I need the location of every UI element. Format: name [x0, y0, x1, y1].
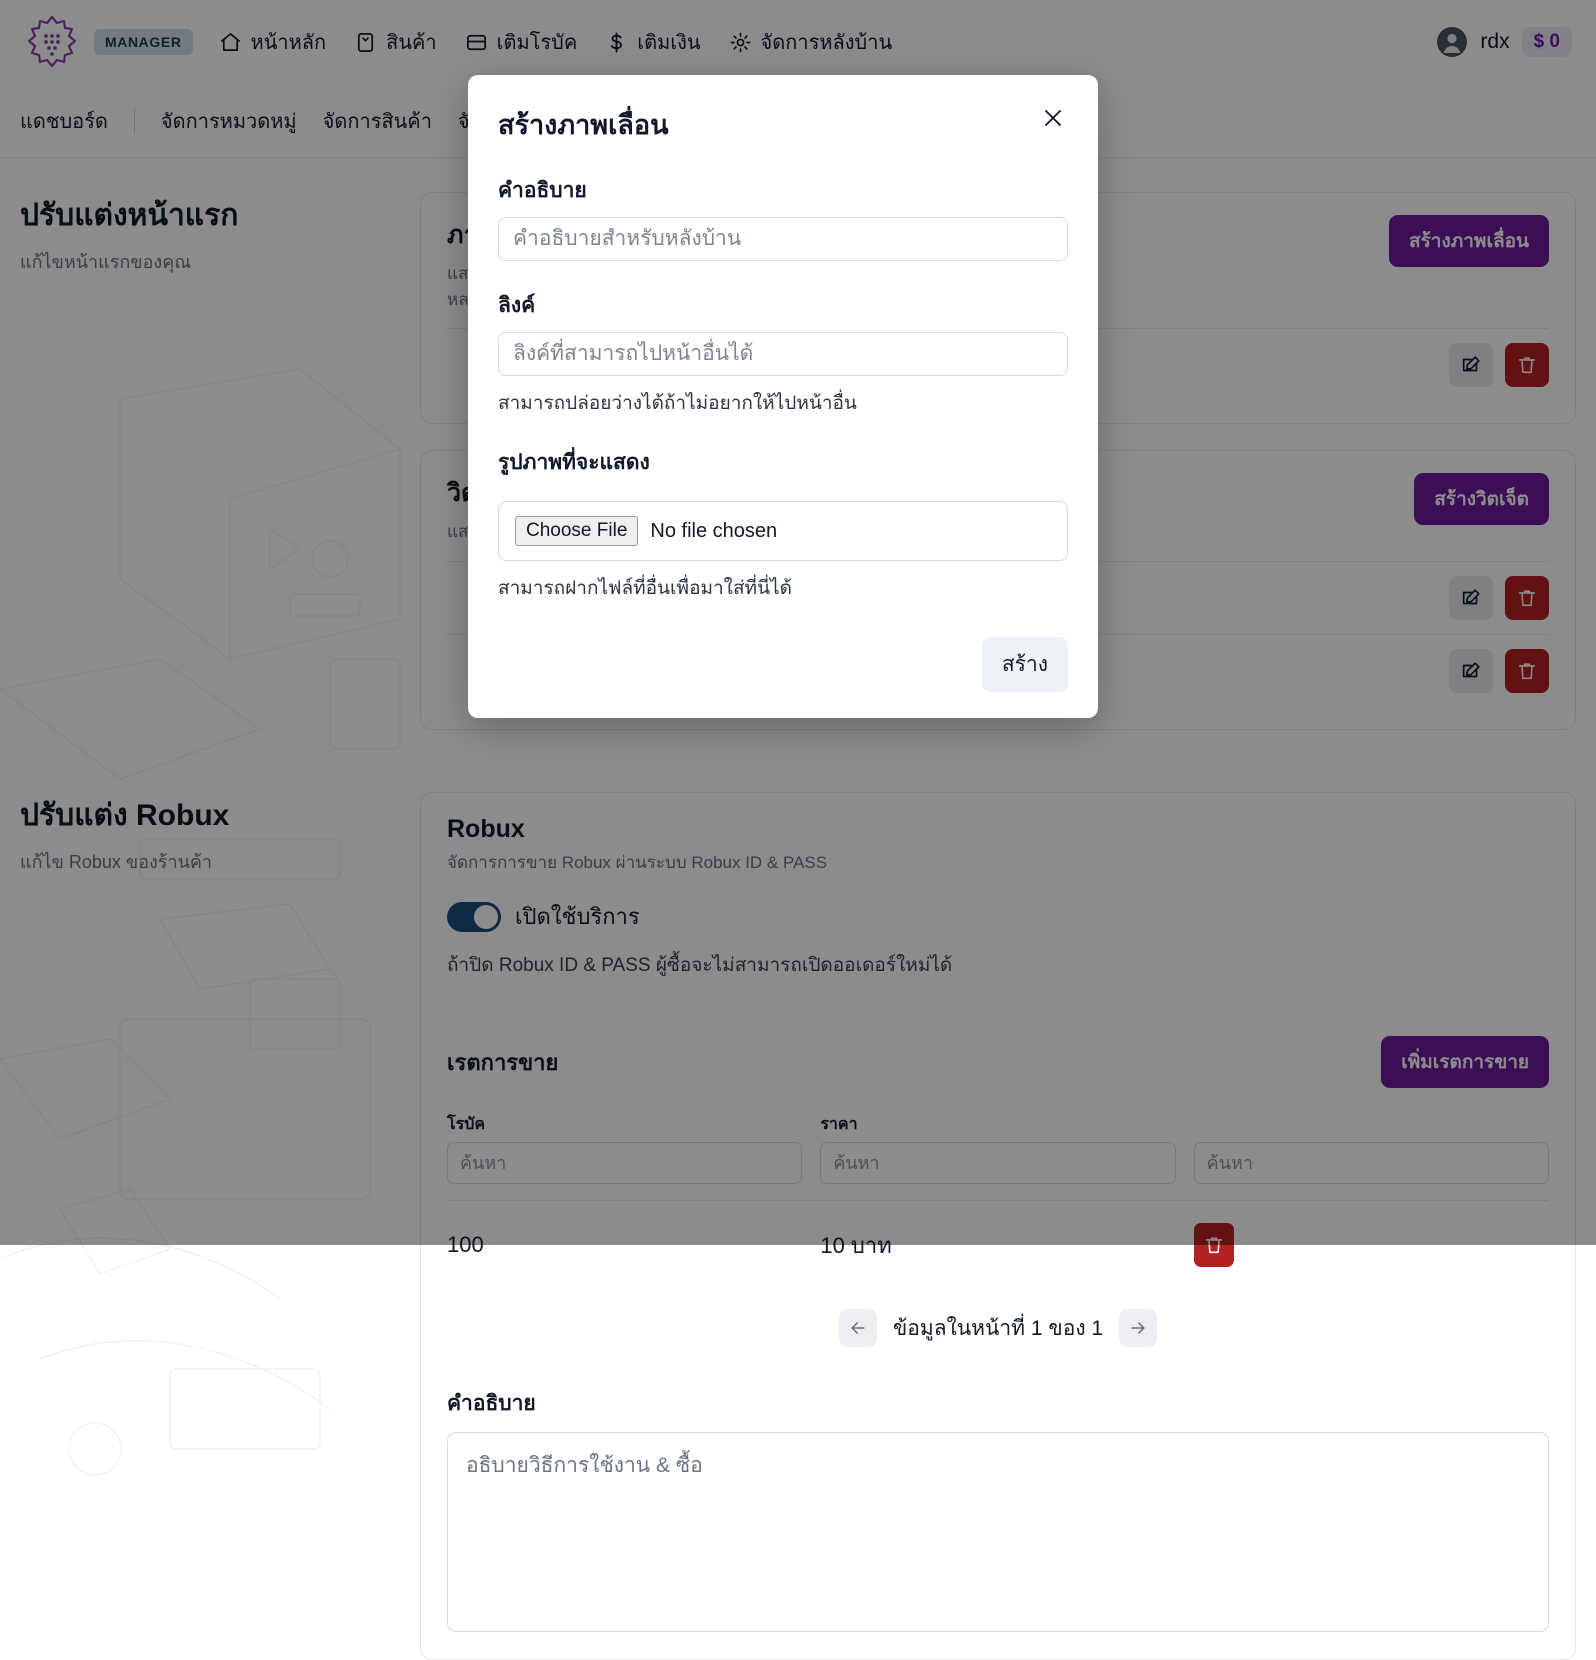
close-icon [1041, 106, 1065, 130]
create-slider-modal: สร้างภาพเลื่อน คำอธิบาย ลิงค์ สามารถปล่อ… [468, 75, 1098, 718]
modal-description-input[interactable] [498, 217, 1068, 261]
modal-description-label: คำอธิบาย [498, 174, 1068, 207]
robux-description-block: คำอธิบาย [447, 1387, 1549, 1637]
file-status-label: No file chosen [650, 520, 777, 543]
modal-close-button[interactable] [1038, 103, 1068, 133]
arrow-right-icon [1128, 1318, 1148, 1338]
pagination-prev-button[interactable] [839, 1309, 877, 1347]
pagination-next-button[interactable] [1119, 1309, 1157, 1347]
modal-submit-button[interactable]: สร้าง [982, 637, 1068, 692]
robux-description-label: คำอธิบาย [447, 1387, 1549, 1420]
robux-description-textarea[interactable] [447, 1432, 1549, 1632]
modal-link-label: ลิงค์ [498, 289, 1068, 322]
modal-image-label: รูปภาพที่จะแสดง [498, 446, 1068, 479]
modal-link-help: สามารถปล่อยว่างได้ถ้าไม่อยากให้ไปหน้าอื่… [498, 388, 1068, 418]
modal-file-picker[interactable]: Choose File No file chosen [498, 501, 1068, 561]
modal-footer: สร้าง [498, 637, 1068, 692]
choose-file-button[interactable]: Choose File [515, 516, 638, 546]
modal-title: สร้างภาพเลื่อน [498, 103, 1038, 146]
pagination-label: ข้อมูลในหน้าที่ 1 ของ 1 [893, 1312, 1103, 1345]
rate-table-pagination: ข้อมูลในหน้าที่ 1 ของ 1 [447, 1309, 1549, 1347]
modal-header: สร้างภาพเลื่อน [498, 103, 1068, 146]
modal-link-input[interactable] [498, 332, 1068, 376]
arrow-left-icon [848, 1318, 868, 1338]
modal-file-help: สามารถฝากไฟล์ที่อื่นเพื่อมาใส่ที่นี่ได้ [498, 573, 1068, 603]
